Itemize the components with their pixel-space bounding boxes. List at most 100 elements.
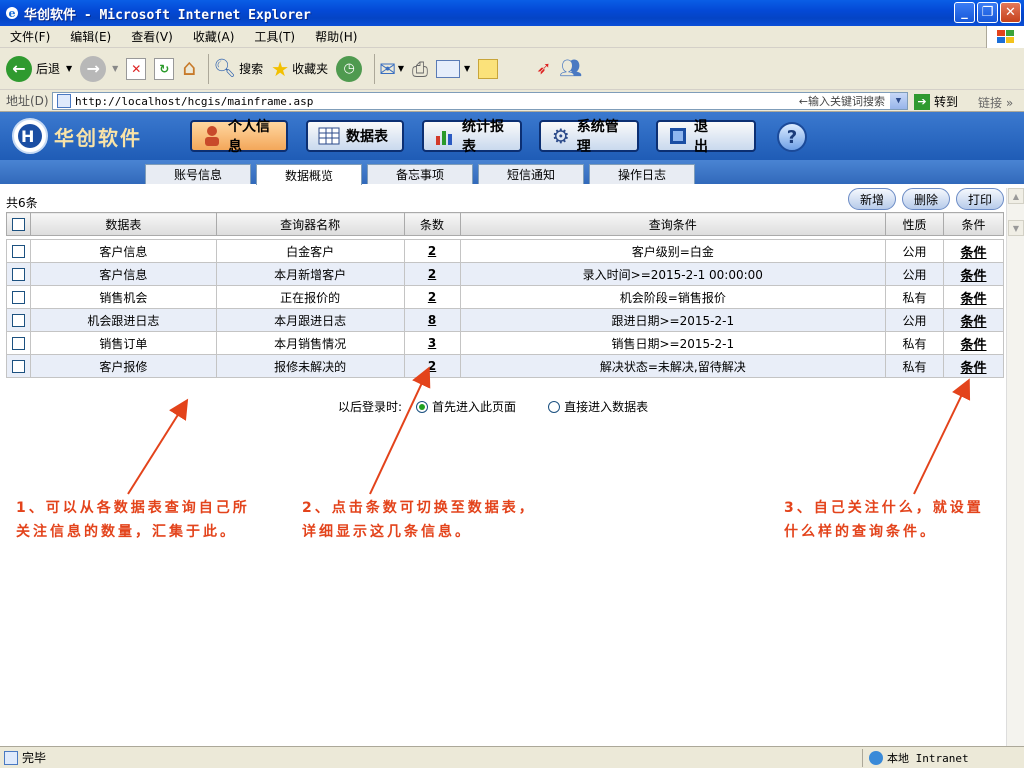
condition-link[interactable]: 条件 bbox=[961, 269, 987, 284]
address-label: 地址(D) bbox=[6, 94, 49, 108]
globe-icon bbox=[869, 751, 883, 765]
nav-personal-info[interactable]: 个人信息 bbox=[190, 119, 288, 155]
radio-first-page-label[interactable]: 首先进入此页面 bbox=[432, 398, 516, 415]
table-row: 客户信息 本月新增客户 2 录入时间>=2015-2-1 00:00:00 公用 条件 bbox=[6, 262, 1004, 286]
col-header-query[interactable]: 查询器名称 bbox=[215, 212, 405, 236]
menu-favorites[interactable]: 收藏(A) bbox=[183, 28, 245, 45]
security-zone: 本地 Intranet bbox=[862, 749, 969, 767]
tab-memo[interactable]: 备忘事项 bbox=[367, 164, 473, 184]
cell-query: 本月新增客户 bbox=[215, 262, 405, 286]
col-header-count[interactable]: 条数 bbox=[403, 212, 461, 236]
discuss-button[interactable] bbox=[478, 58, 499, 79]
minimize-button[interactable]: _ bbox=[954, 2, 975, 23]
print-button[interactable]: 打印 bbox=[956, 188, 1004, 210]
count-link[interactable]: 2 bbox=[428, 359, 436, 373]
tab-sms[interactable]: 短信通知 bbox=[478, 164, 584, 184]
history-button[interactable]: ◷ bbox=[336, 55, 363, 82]
radio-first-page[interactable] bbox=[416, 400, 429, 413]
address-dropdown-icon[interactable]: ▼ bbox=[890, 93, 907, 109]
status-bar: 完毕 本地 Intranet bbox=[0, 746, 1024, 768]
cell-query: 白金客户 bbox=[215, 239, 405, 263]
row-checkbox[interactable] bbox=[11, 314, 25, 327]
edit-button[interactable]: ▼ bbox=[436, 59, 470, 78]
cell-condition: 录入时间>=2015-2-1 00:00:00 bbox=[459, 262, 887, 286]
delete-button[interactable]: 删除 bbox=[902, 188, 950, 210]
search-button[interactable]: 🔍︎ 搜索 bbox=[213, 58, 263, 79]
bird-icon: ➶ bbox=[536, 58, 552, 79]
count-link[interactable]: 2 bbox=[428, 244, 436, 258]
messenger-button[interactable]: ➶ bbox=[536, 58, 551, 79]
back-label: 后退 bbox=[36, 62, 61, 76]
favorites-button[interactable]: ★ 收藏夹 bbox=[271, 57, 328, 81]
refresh-button[interactable]: ↻ bbox=[154, 57, 175, 80]
menu-edit[interactable]: 编辑(E) bbox=[60, 28, 121, 45]
col-header-table[interactable]: 数据表 bbox=[29, 212, 217, 236]
chart-icon bbox=[434, 125, 456, 147]
app-content: H 华创软件 个人信息 数据表 统计报表 ⚙ 系统管理 退 出 ? 账号信息 数据… bbox=[0, 112, 1024, 746]
radio-data-table[interactable] bbox=[548, 400, 561, 413]
menu-view[interactable]: 查看(V) bbox=[121, 28, 183, 45]
condition-link[interactable]: 条件 bbox=[961, 292, 987, 307]
mail-button[interactable]: ✉ ▼ bbox=[379, 57, 404, 81]
condition-link[interactable]: 条件 bbox=[961, 315, 987, 330]
address-bar: 地址(D) http://localhost/hcgis/mainframe.a… bbox=[0, 90, 1024, 112]
select-all-checkbox[interactable] bbox=[11, 218, 25, 231]
nav-label: 个人信息 bbox=[228, 119, 270, 155]
row-checkbox[interactable] bbox=[11, 245, 25, 258]
nav-reports[interactable]: 统计报表 bbox=[422, 119, 522, 155]
row-checkbox[interactable] bbox=[11, 268, 25, 281]
count-link[interactable]: 2 bbox=[428, 267, 436, 281]
count-link[interactable]: 8 bbox=[428, 313, 436, 327]
browser-toolbar: ← 后退 ▼ → ▼ ✕ ↻ ⌂ 🔍︎ 搜索 ★ 收藏夹 ◷ ✉ ▼ ⎙ ▼ ➶ … bbox=[0, 48, 1024, 90]
help-button[interactable]: ? bbox=[777, 122, 807, 152]
close-button[interactable]: ✕ bbox=[1000, 2, 1021, 23]
scroll-up-icon[interactable]: ▲ bbox=[1008, 188, 1024, 204]
nav-logout[interactable]: 退 出 bbox=[656, 119, 756, 155]
condition-link[interactable]: 条件 bbox=[961, 361, 987, 376]
annotation-1: 1、可以从各数据表查询自己所 关注信息的数量，汇集于此。 bbox=[16, 496, 250, 544]
annotation-2: 2、点击条数可切换至数据表， 详细显示这几条信息。 bbox=[302, 496, 536, 544]
scroll-down-icon[interactable]: ▼ bbox=[1008, 220, 1024, 236]
row-checkbox[interactable] bbox=[11, 337, 25, 350]
col-header-link[interactable]: 条件 bbox=[943, 212, 1004, 236]
forward-button[interactable]: → ▼ bbox=[80, 55, 118, 82]
nav-data-table[interactable]: 数据表 bbox=[306, 120, 404, 152]
menu-help[interactable]: 帮助(H) bbox=[305, 28, 367, 45]
count-link[interactable]: 2 bbox=[428, 290, 436, 304]
address-input[interactable]: http://localhost/hcgis/mainframe.asp ←输入… bbox=[52, 92, 908, 110]
cell-condition-link: 条件 bbox=[943, 262, 1004, 286]
maximize-button[interactable]: ❐ bbox=[977, 2, 998, 23]
menu-tools[interactable]: 工具(T) bbox=[244, 28, 305, 45]
cell-table: 客户报修 bbox=[29, 354, 217, 378]
row-checkbox[interactable] bbox=[11, 291, 25, 304]
col-header-type[interactable]: 性质 bbox=[885, 212, 945, 236]
count-link[interactable]: 3 bbox=[428, 336, 436, 350]
users-button[interactable]: 👥︎ bbox=[559, 58, 582, 79]
tab-operation-log[interactable]: 操作日志 bbox=[589, 164, 695, 184]
cell-count: 2 bbox=[403, 262, 461, 286]
col-header-condition[interactable]: 查询条件 bbox=[459, 212, 887, 236]
row-checkbox[interactable] bbox=[11, 360, 25, 373]
nav-system-admin[interactable]: ⚙ 系统管理 bbox=[539, 119, 639, 155]
tab-data-overview[interactable]: 数据概览 bbox=[256, 164, 362, 185]
cell-type: 公用 bbox=[885, 308, 945, 332]
cell-table: 客户信息 bbox=[29, 239, 217, 263]
add-button[interactable]: 新增 bbox=[848, 188, 896, 210]
tab-account-info[interactable]: 账号信息 bbox=[145, 164, 251, 184]
links-label[interactable]: 链接 » bbox=[978, 94, 1013, 111]
cell-table: 客户信息 bbox=[29, 262, 217, 286]
back-button[interactable]: ← 后退 ▼ bbox=[6, 55, 72, 82]
vertical-scrollbar[interactable]: ▲ ▼ bbox=[1006, 188, 1024, 746]
home-button[interactable]: ⌂ bbox=[182, 56, 196, 81]
stop-button[interactable]: ✕ bbox=[126, 57, 147, 80]
print-toolbar-button[interactable]: ⎙ bbox=[412, 57, 428, 81]
radio-data-table-label[interactable]: 直接进入数据表 bbox=[564, 398, 648, 415]
go-button[interactable]: ➔ 转到 bbox=[914, 93, 958, 110]
condition-link[interactable]: 条件 bbox=[961, 246, 987, 261]
condition-link[interactable]: 条件 bbox=[961, 338, 987, 353]
app-header: H 华创软件 个人信息 数据表 统计报表 ⚙ 系统管理 退 出 ? bbox=[0, 112, 1024, 160]
annotation-2-line1: 2、点击条数可切换至数据表， bbox=[302, 500, 536, 516]
menu-file[interactable]: 文件(F) bbox=[0, 28, 60, 45]
printer-icon: ⎙ bbox=[412, 56, 429, 81]
select-all-cell bbox=[6, 212, 31, 236]
